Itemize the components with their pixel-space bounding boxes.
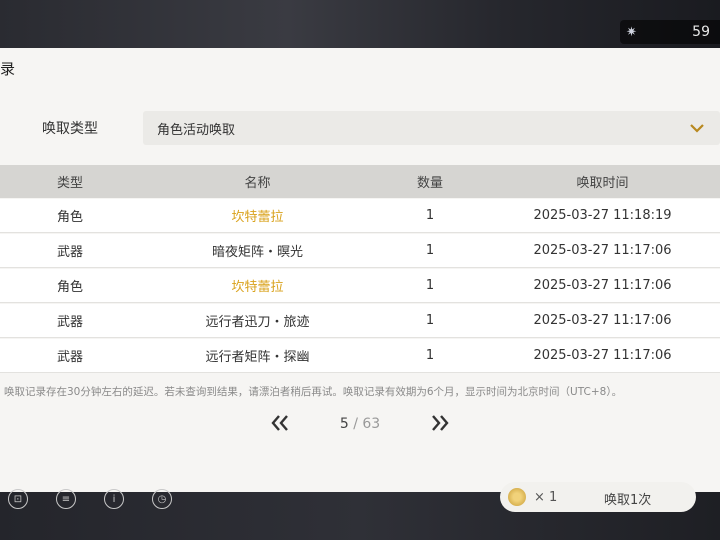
double-chevron-left-icon[interactable]	[268, 412, 292, 434]
table-row: 武器 暗夜矩阵・暝光 1 2025-03-27 11:17:06	[0, 234, 720, 268]
table-row: 角色 坎特蕾拉 1 2025-03-27 11:18:19	[0, 199, 720, 233]
panel-title: 录	[0, 60, 16, 78]
list-icon[interactable]: ≡	[56, 489, 76, 509]
cell-name: 坎特蕾拉	[231, 210, 284, 225]
cell-qty: 1	[425, 243, 435, 258]
page-indicator: 5 / 63	[320, 416, 400, 432]
background-top	[0, 0, 720, 48]
info-icon[interactable]: i	[104, 489, 124, 509]
summon-type-select[interactable]: 角色活动唤取	[143, 111, 720, 145]
cart-icon[interactable]: ⊡	[8, 489, 28, 509]
summon-type-label: 唤取类型	[42, 121, 98, 137]
summon-once-bar[interactable]: × 1 唤取1次	[500, 482, 696, 512]
table-header: 类型 名称 数量 唤取时间	[0, 165, 720, 198]
header-time: 唤取时间	[576, 176, 629, 191]
cell-qty: 1	[425, 278, 435, 293]
summon-type-value: 角色活动唤取	[157, 122, 236, 138]
summon-once-button[interactable]: 唤取1次	[604, 489, 651, 508]
chevron-down-icon	[690, 124, 704, 133]
total-pages: 63	[362, 416, 381, 432]
cell-type: 角色	[56, 280, 83, 295]
cell-time: 2025-03-27 11:17:06	[533, 278, 672, 293]
cell-name: 暗夜矩阵・暝光	[211, 245, 303, 260]
summon-count: × 1	[534, 489, 558, 505]
cell-time: 2025-03-27 11:17:06	[533, 313, 672, 328]
history-icon[interactable]: ◷	[152, 489, 172, 509]
cell-type: 武器	[56, 350, 83, 365]
currency-amount: 59	[692, 24, 710, 40]
current-page: 5	[339, 416, 349, 432]
header-qty: 数量	[416, 176, 443, 191]
cell-qty: 1	[425, 348, 435, 363]
delay-notice: 唤取记录存在30分钟左右的延迟。若未查询到结果，请漂泊者稍后再试。唤取记录有效期…	[4, 386, 623, 398]
bottom-toolbar: ⊡ ≡ i ◷	[0, 489, 200, 511]
cell-name: 远行者矩阵・探幽	[205, 350, 310, 365]
cell-name: 远行者迅刀・旅迹	[205, 315, 310, 330]
table-row: 武器 远行者迅刀・旅迹 1 2025-03-27 11:17:06	[0, 304, 720, 338]
star-icon: ✷	[626, 24, 637, 40]
page-separator: /	[353, 416, 358, 432]
header-name: 名称	[244, 176, 271, 191]
table-row: 角色 坎特蕾拉 1 2025-03-27 11:17:06	[0, 269, 720, 303]
cell-time: 2025-03-27 11:17:06	[533, 348, 672, 363]
double-chevron-right-icon[interactable]	[428, 412, 452, 434]
cell-type: 武器	[56, 245, 83, 260]
cell-qty: 1	[425, 208, 435, 223]
header-type: 类型	[56, 176, 83, 191]
cell-qty: 1	[425, 313, 435, 328]
currency-counter: ✷ 59	[620, 20, 720, 44]
history-table: 类型 名称 数量 唤取时间 角色 坎特蕾拉 1 2025-03-27 11:18…	[0, 165, 720, 373]
pagination: 5 / 63	[0, 410, 720, 438]
cell-time: 2025-03-27 11:18:19	[533, 208, 672, 223]
table-row: 武器 远行者矩阵・探幽 1 2025-03-27 11:17:06	[0, 339, 720, 373]
cell-time: 2025-03-27 11:17:06	[533, 243, 672, 258]
cell-type: 武器	[56, 315, 83, 330]
cell-type: 角色	[56, 210, 83, 225]
coin-icon	[508, 488, 526, 506]
cell-name: 坎特蕾拉	[231, 280, 284, 295]
